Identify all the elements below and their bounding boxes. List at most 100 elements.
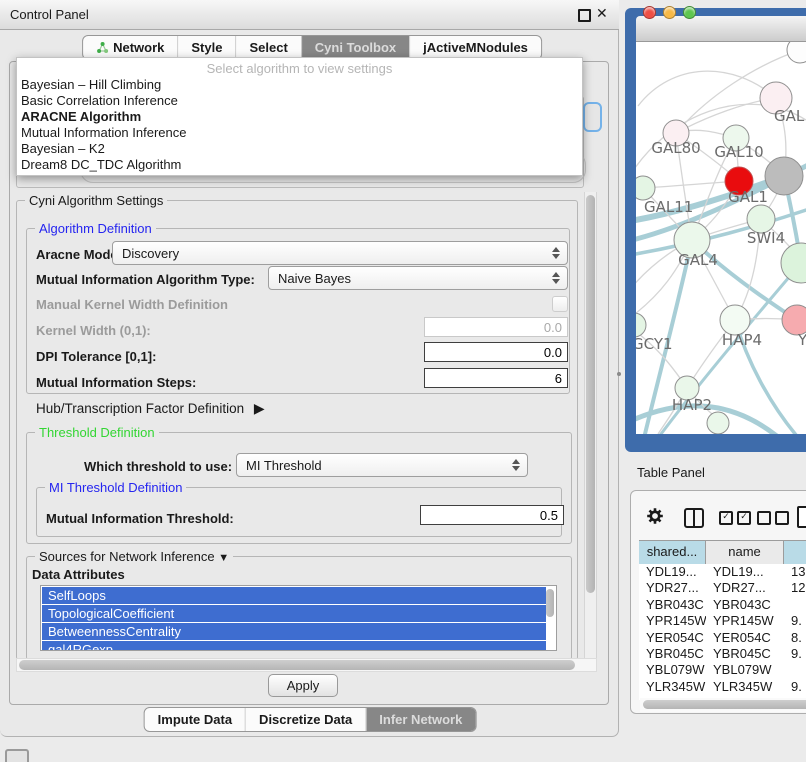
combobox-arrows-icon [547,272,567,284]
hub-definition-expander[interactable]: Hub/Transcription Factor Definition ▶ [36,400,265,417]
data-attributes-list[interactable]: SelfLoops TopologicalCoefficient Between… [40,585,557,651]
table-row[interactable]: YBR045CYBR045C9. [639,646,806,662]
tab-discretize-data[interactable]: Discretize Data [245,708,365,731]
network-canvas[interactable]: GAL GAL80 GAL10 GAL1 GAL11 SWI4 GAL4 GCY… [636,42,806,434]
mi-steps-field[interactable] [424,368,568,388]
kernel-width-field [424,317,568,337]
list-scrollbar[interactable] [546,589,554,617]
dropdown-option[interactable]: Mutual Information Inference [21,125,186,140]
panel-resize-handle[interactable] [617,372,621,376]
cell[interactable]: 9. [784,613,802,629]
cell[interactable]: YDR27... [639,580,706,596]
table-row[interactable]: YLR345WYLR345W9. [639,679,806,695]
float-window-icon[interactable] [578,9,591,22]
minimize-traffic-light[interactable] [663,6,676,19]
column-header-partial[interactable] [784,541,806,564]
dpi-tolerance-field[interactable] [424,342,568,362]
table-row[interactable]: YPR145WYPR145W9. [639,613,806,629]
tab-network[interactable]: Network [83,36,177,59]
network-window-titlebar[interactable] [636,16,806,42]
gear-icon[interactable] [646,507,664,530]
mi-threshold-field[interactable] [420,505,564,525]
cell[interactable]: YBR043C [639,597,706,613]
network-node[interactable] [707,412,729,434]
unchecked-box-icon [775,511,789,525]
which-threshold-combobox[interactable]: MI Threshold [236,453,528,477]
aracne-mode-label: Aracne Mode: [36,247,122,262]
cell[interactable]: YPR145W [639,613,706,629]
cell[interactable]: YER054C [639,630,706,646]
column-header-shared-name[interactable]: shared... [639,541,706,564]
cell[interactable]: 9. [784,679,802,695]
table-row[interactable]: YDR27...YDR27...12 [639,580,806,596]
close-traffic-light[interactable] [643,6,656,19]
dropdown-option[interactable]: Basic Correlation Inference [21,93,178,108]
close-icon[interactable]: ✕ [596,5,608,22]
cell[interactable]: 8. [784,630,802,646]
tab-infer-network[interactable]: Infer Network [365,708,475,731]
new-table-icon[interactable] [797,506,806,528]
checked-box-icon: ✓ [719,511,733,525]
network-node[interactable] [787,42,806,63]
cell[interactable]: YLR345W [639,679,706,695]
cell[interactable]: YBR045C [639,646,706,662]
list-item[interactable]: TopologicalCoefficient [42,605,546,622]
mi-algorithm-type-label: Mutual Information Algorithm Type: [36,272,255,287]
cell[interactable]: YBR045C [706,646,784,662]
tab-impute-data[interactable]: Impute Data [145,708,245,731]
tab-cyni-toolbox-label: Cyni Toolbox [315,40,396,55]
cell[interactable]: YBR043C [706,597,784,613]
zoom-traffic-light[interactable] [683,6,696,19]
dropdown-option-selected[interactable]: ARACNE Algorithm [21,109,141,124]
dropdown-option[interactable]: Dream8 DC_TDC Algorithm [21,157,181,172]
apply-button[interactable]: Apply [268,674,338,697]
focused-button-fragment[interactable] [583,102,602,132]
cell[interactable]: YBL079W [639,662,706,678]
cell[interactable]: YDL19... [706,564,784,580]
cell[interactable] [784,662,791,678]
table-row[interactable]: YDL19...YDL19...13 [639,564,806,580]
data-attributes-label: Data Attributes [32,567,125,582]
cell[interactable]: YLR345W [706,679,784,695]
collapse-down-arrow-icon[interactable]: ▼ [218,552,229,564]
network-node-gcy1[interactable] [636,313,646,337]
network-node-swi4[interactable] [781,243,806,283]
cell[interactable]: YBL079W [706,662,784,678]
node-label: GCY1 [636,335,673,353]
settings-vertical-scrollbar-thumb[interactable] [586,195,595,593]
node-label: GAL [774,107,805,125]
partial-toolbar-button[interactable] [5,749,29,762]
aracne-mode-combobox[interactable]: Discovery [112,241,568,265]
tab-jactivemnodules[interactable]: jActiveMNodules [409,36,541,59]
list-item[interactable]: BetweennessCentrality [42,623,546,640]
table-row[interactable]: YBR043CYBR043C [639,597,806,613]
column-manager-icon[interactable] [684,508,704,528]
cell[interactable]: YER054C [706,630,784,646]
algorithm-definition-title: Algorithm Definition [35,221,156,236]
network-node-gal11[interactable] [636,176,655,200]
column-header-name[interactable]: name [706,541,784,564]
cell[interactable]: 12 [784,580,805,596]
deselect-all-columns-icon[interactable] [757,511,793,525]
table-row[interactable]: YBL079WYBL079W [639,662,806,678]
table-row[interactable]: YER054CYER054C8. [639,630,806,646]
table-horizontal-scrollbar-thumb[interactable] [643,700,806,709]
list-item[interactable]: gal4RGexp [42,641,546,651]
cell[interactable]: YDL19... [639,564,706,580]
dropdown-option[interactable]: Bayesian – K2 [21,141,105,156]
tab-cyni-toolbox[interactable]: Cyni Toolbox [301,36,409,59]
tab-select[interactable]: Select [235,36,300,59]
dropdown-option[interactable]: Bayesian – Hill Climbing [21,77,161,92]
list-item[interactable]: SelfLoops [42,587,546,604]
network-node-gray[interactable] [765,157,803,195]
settings-horizontal-scrollbar-thumb[interactable] [19,660,575,670]
select-all-columns-icon[interactable]: ✓✓ [719,511,755,525]
tab-select-label: Select [249,40,287,55]
mi-algorithm-type-combobox[interactable]: Naive Bayes [268,266,568,290]
tab-style[interactable]: Style [177,36,235,59]
cell[interactable]: YPR145W [706,613,784,629]
cell[interactable]: 9. [784,646,802,662]
cell[interactable] [784,597,791,613]
cell[interactable]: YDR27... [706,580,784,596]
cell[interactable]: 13 [784,564,805,580]
